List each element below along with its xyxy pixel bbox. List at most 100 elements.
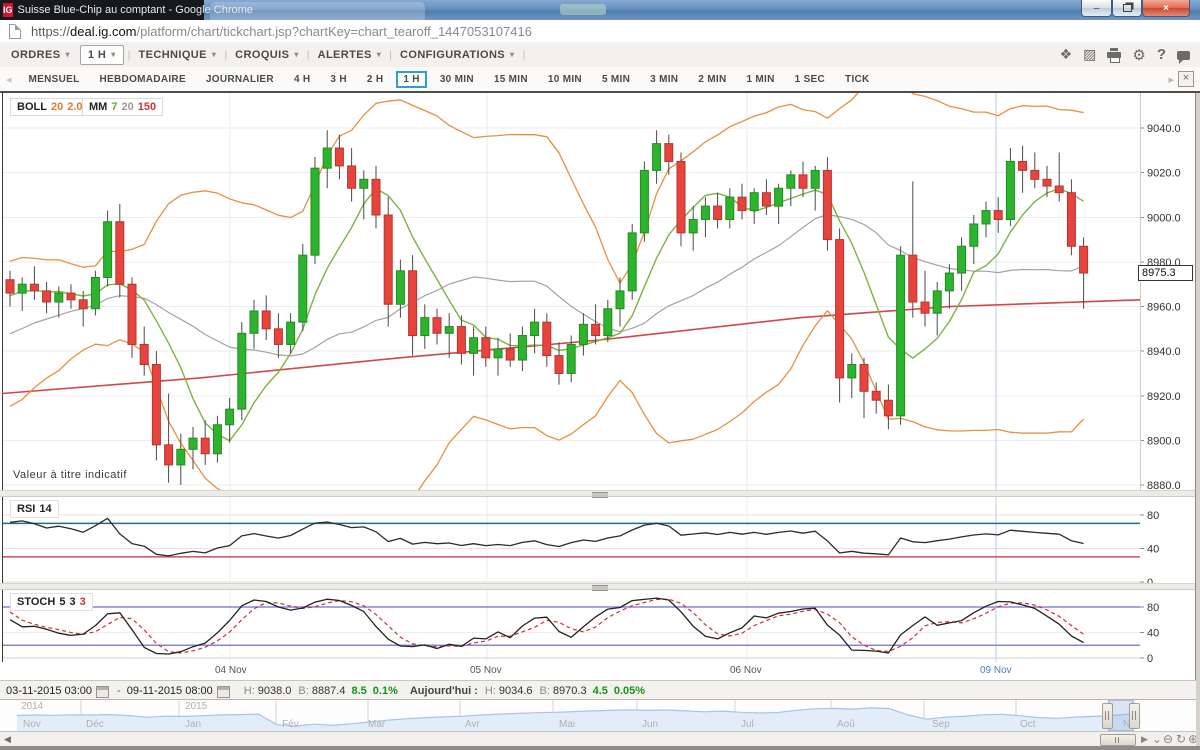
menu-configurations[interactable]: CONFIGURATIONS▾ [393, 46, 521, 64]
month-label: Jul [741, 719, 754, 730]
menu-croquis[interactable]: CROQUIS▾ [228, 46, 306, 64]
today-label: Aujourd'hui : [410, 685, 478, 697]
timeframe-30-min[interactable]: 30 MIN [433, 71, 481, 88]
mm-label: MM [89, 101, 107, 113]
restore-button[interactable] [1112, 0, 1142, 17]
scrollbar-thumb[interactable] [1100, 734, 1136, 746]
timeframe-3-h[interactable]: 3 H [323, 71, 353, 88]
timeframe-15-min[interactable]: 15 MIN [487, 71, 535, 88]
stochastic-panel[interactable]: 80400 [0, 590, 1196, 662]
mm7-period: 7 [111, 101, 117, 113]
menu-alertes[interactable]: ALERTES▾ [311, 46, 389, 64]
timeframe-tick[interactable]: TICK [838, 71, 877, 88]
stoch-label: STOCH [17, 596, 55, 608]
url-text[interactable]: https://deal.ig.com/platform/chart/tickc… [31, 24, 532, 39]
rsi-panel[interactable]: 80400 [0, 497, 1196, 583]
menu-separator: | [389, 49, 392, 61]
svg-text:80: 80 [1147, 510, 1159, 522]
stoch-d: 3 [80, 596, 86, 608]
timeframe-1-sec[interactable]: 1 SEC [788, 71, 832, 88]
window-title-area: IG Suisse Blue-Chip au comptant - Google… [0, 0, 204, 20]
scroll-right-icon[interactable]: ▸ [1168, 73, 1174, 86]
high-label: H: [244, 685, 255, 697]
low-value: 8887.4 [312, 685, 346, 697]
menu-ordres[interactable]: ORDRES▾ [4, 46, 77, 64]
chart-statusbar: 03-11-2015 03:00 - 09-11-2015 08:00 H: 9… [0, 680, 1196, 700]
close-button[interactable]: × [1142, 0, 1190, 17]
stoch-slowing: 3 [69, 596, 75, 608]
url-domain: deal.ig.com [70, 24, 136, 39]
timeline-navigator[interactable]: 20142015NovDécJanFévMarAvrMaiJunJulAoûSe… [0, 699, 1196, 732]
jump-to-end-icon[interactable]: ⌄ [1152, 732, 1162, 746]
toolbar-icons: ❖ ▨ ⚙ ? [1060, 46, 1190, 63]
minimize-button[interactable]: – [1081, 0, 1112, 17]
calendar-icon[interactable] [217, 686, 230, 698]
range-handle-left[interactable] [1102, 703, 1113, 729]
rsi-label: RSI [17, 503, 35, 515]
menu-1-h[interactable]: 1 H▾ [80, 45, 124, 65]
timeframe-items: MENSUEL HEBDOMADAIRE JOURNALIER 4 H 3 H 2 H 1 … [22, 71, 877, 88]
ig-logo: IG [3, 3, 13, 17]
timeframe-4-h[interactable]: 4 H [287, 71, 317, 88]
address-bar[interactable]: https://deal.ig.com/platform/chart/tickc… [0, 20, 1200, 43]
help-icon[interactable]: ? [1157, 46, 1166, 63]
print-icon[interactable] [1107, 50, 1121, 61]
window-titlebar: IG Suisse Blue-Chip au comptant - Google… [0, 0, 1200, 20]
rsi-chip[interactable]: RSI 14 [10, 500, 59, 518]
timeframe-hebdomadaire[interactable]: HEBDOMADAIRE [93, 71, 193, 88]
panel-divider[interactable] [0, 583, 1196, 590]
close-panel-icon[interactable]: × [1178, 71, 1194, 87]
timeframe-2-min[interactable]: 2 MIN [691, 71, 733, 88]
chart-region[interactable]: 9040.09020.09000.08980.08960.08940.08920… [0, 93, 1196, 680]
svg-text:8960.0: 8960.0 [1147, 302, 1181, 314]
zoom-out-icon[interactable]: ⊖ [1163, 732, 1173, 746]
scrollbar-left-arrow-icon[interactable]: ◀ [4, 734, 11, 745]
timeframe-10-min[interactable]: 10 MIN [541, 71, 589, 88]
window-gutter [1196, 93, 1200, 746]
navigator-chart[interactable] [0, 700, 1196, 732]
mm20-period: 20 [121, 101, 133, 113]
window-bottom-edge [0, 746, 1200, 750]
scrollbar-right-arrow-icon[interactable]: ▶ [1141, 734, 1148, 745]
timeframe-mensuel[interactable]: MENSUEL [22, 71, 87, 88]
timeframe-1-h[interactable]: 1 H [396, 71, 426, 88]
horizontal-scrollbar[interactable]: ◀ ▶ ⌄ ⊖ ↻ ⊕ [0, 731, 1196, 747]
timeframe-journalier[interactable]: JOURNALIER [199, 71, 281, 88]
moving-average-chip[interactable]: MM 7 20 150 [82, 98, 163, 116]
current-price-label: 8975.3 [1138, 265, 1193, 281]
panel-divider[interactable] [0, 490, 1196, 497]
price-chart[interactable]: 9040.09020.09000.08980.08960.08940.08920… [0, 93, 1196, 490]
timeframe-1-min[interactable]: 1 MIN [739, 71, 781, 88]
timeframe-3-min[interactable]: 3 MIN [643, 71, 685, 88]
menu-technique[interactable]: TECHNIQUE▾ [132, 46, 224, 64]
timeframe-bar: ◂ MENSUEL HEBDOMADAIRE JOURNALIER 4 H 3 H 2 H… [0, 67, 1200, 93]
today-high-label: H: [485, 685, 496, 697]
svg-text:0: 0 [1147, 653, 1153, 662]
svg-text:8920.0: 8920.0 [1147, 391, 1181, 403]
range-handle-right[interactable] [1129, 703, 1140, 729]
date-label: 09 Nov [980, 665, 1012, 676]
chevron-down-icon: ▾ [294, 50, 298, 59]
month-label: Mai [559, 719, 575, 730]
stochastic-chip[interactable]: STOCH533 [10, 593, 93, 611]
timeframe-2-h[interactable]: 2 H [360, 71, 390, 88]
feedback-icon[interactable] [1177, 51, 1190, 60]
date-label: 05 Nov [470, 665, 502, 676]
today-low-label: B: [540, 685, 550, 697]
range-end-field[interactable]: 09-11-2015 08:00 [127, 685, 213, 697]
mm150-period: 150 [138, 101, 156, 113]
today-change-percent: 0.05% [614, 685, 645, 697]
url-scheme: https:// [31, 24, 70, 39]
layers-icon[interactable]: ❖ [1060, 48, 1073, 62]
reset-zoom-icon[interactable]: ↻ [1176, 732, 1186, 746]
calendar-icon[interactable] [96, 686, 109, 698]
settings-icon[interactable]: ⚙ [1132, 48, 1145, 62]
rsi-period: 14 [39, 503, 51, 515]
restore-icon [1123, 4, 1132, 12]
timeframe-5-min[interactable]: 5 MIN [595, 71, 637, 88]
range-start-field[interactable]: 03-11-2015 03:00 [6, 685, 92, 697]
image-icon[interactable]: ▨ [1083, 48, 1096, 62]
today-change-value: 4.5 [593, 685, 608, 697]
scroll-left-icon[interactable]: ◂ [6, 73, 12, 86]
stoch-k: 5 [59, 596, 65, 608]
